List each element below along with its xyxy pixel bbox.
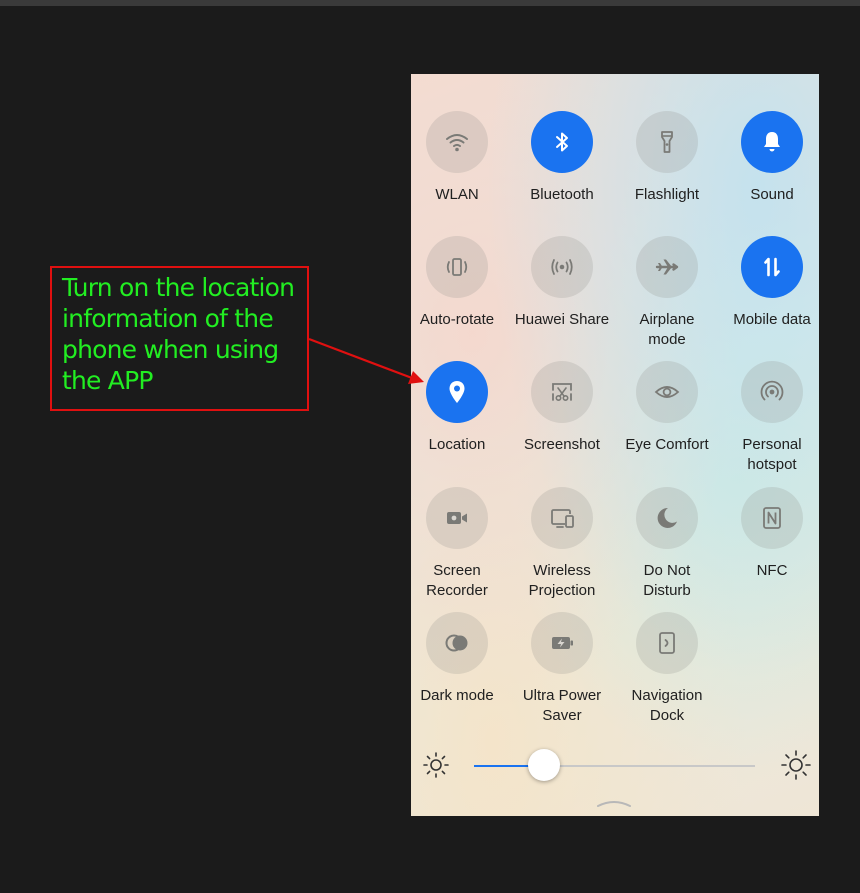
airplane-icon [652, 252, 682, 282]
toggle-button[interactable] [636, 361, 698, 423]
toggle-button[interactable] [636, 487, 698, 549]
sun-high-icon [781, 750, 811, 780]
flashlight-icon [652, 127, 682, 157]
toggle-label: Airplane mode [639, 311, 695, 348]
window-top-bar [0, 0, 860, 6]
location-pin-icon [442, 377, 472, 407]
toggle-label: Screen Recorder [426, 562, 488, 599]
instruction-callout: Turn on the location information of the … [50, 266, 309, 411]
mobile-data-icon [757, 252, 787, 282]
brightness-slider[interactable] [474, 765, 755, 767]
toggle-button[interactable] [426, 612, 488, 674]
wifi-icon [442, 127, 472, 157]
toggle-button[interactable] [426, 111, 488, 173]
panel-collapse-handle-icon[interactable] [596, 797, 632, 809]
toggle-sound[interactable]: Sound [720, 111, 824, 205]
toggle-button[interactable] [636, 236, 698, 298]
toggle-button[interactable] [741, 111, 803, 173]
toggle-label: NFC [756, 562, 788, 579]
toggle-huawei-share[interactable]: Huawei Share [510, 236, 614, 330]
toggle-label: Eye Comfort [625, 436, 709, 453]
nfc-icon [757, 503, 787, 533]
toggle-label: Do Not Disturb [643, 562, 691, 599]
moon-icon [652, 503, 682, 533]
toggle-label: Location [428, 436, 486, 453]
toggle-label: Personal hotspot [742, 436, 802, 473]
toggle-location[interactable]: Location [405, 361, 509, 455]
battery-bolt-icon [547, 628, 577, 658]
toggle-label: Ultra Power Saver [522, 687, 602, 724]
toggle-button[interactable] [531, 111, 593, 173]
toggle-button[interactable] [426, 487, 488, 549]
toggle-wireless-projection[interactable]: Wireless Projection [510, 487, 614, 601]
toggle-button[interactable] [531, 236, 593, 298]
toggle-eye-comfort[interactable]: Eye Comfort [615, 361, 719, 455]
bluetooth-icon [547, 127, 577, 157]
toggle-mobile-data[interactable]: Mobile data [720, 236, 824, 330]
toggle-do-not-disturb[interactable]: Do Not Disturb [615, 487, 719, 601]
toggle-wlan[interactable]: WLAN [405, 111, 509, 205]
toggle-flashlight[interactable]: Flashlight [615, 111, 719, 205]
toggle-button[interactable] [636, 111, 698, 173]
toggle-label: Flashlight [634, 186, 700, 203]
sun-low-icon [423, 752, 449, 778]
toggle-auto-rotate[interactable]: Auto-rotate [405, 236, 509, 330]
brightness-slider-thumb[interactable] [528, 749, 561, 781]
toggle-button[interactable] [531, 361, 593, 423]
video-camera-icon [442, 503, 472, 533]
toggle-label: Wireless Projection [528, 562, 596, 599]
toggle-airplane-mode[interactable]: Airplane mode [615, 236, 719, 350]
auto-rotate-icon [442, 252, 472, 282]
toggle-button[interactable] [426, 361, 488, 423]
toggle-button[interactable] [426, 236, 488, 298]
toggle-bluetooth[interactable]: Bluetooth [510, 111, 614, 205]
toggle-button[interactable] [636, 612, 698, 674]
toggle-label: WLAN [435, 186, 479, 203]
hotspot-icon [757, 377, 787, 407]
toggle-label: Screenshot [524, 436, 600, 453]
toggle-button[interactable] [741, 361, 803, 423]
toggle-button[interactable] [531, 487, 593, 549]
toggle-label: Dark mode [420, 687, 494, 704]
bell-icon [757, 127, 787, 157]
projection-icon [547, 503, 577, 533]
toggle-dark-mode[interactable]: Dark mode [405, 612, 509, 706]
toggle-label: Bluetooth [530, 186, 594, 203]
toggle-label: Sound [750, 186, 794, 203]
toggle-button[interactable] [741, 236, 803, 298]
huawei-share-icon [547, 252, 577, 282]
screenshot-icon [547, 377, 577, 407]
eye-icon [652, 377, 682, 407]
toggle-button[interactable] [531, 612, 593, 674]
toggle-personal-hotspot[interactable]: Personal hotspot [720, 361, 824, 475]
dark-mode-icon [442, 628, 472, 658]
toggle-navigation-dock[interactable]: Navigation Dock [615, 612, 719, 726]
toggle-screenshot[interactable]: Screenshot [510, 361, 614, 455]
navigation-dock-icon [652, 628, 682, 658]
toggle-screen-recorder[interactable]: Screen Recorder [405, 487, 509, 601]
toggle-label: Auto-rotate [419, 311, 495, 328]
toggle-label: Navigation Dock [631, 687, 703, 724]
toggle-ultra-power-saver[interactable]: Ultra Power Saver [510, 612, 614, 726]
toggle-label: Huawei Share [514, 311, 610, 328]
toggle-nfc[interactable]: NFC [720, 487, 824, 581]
brightness-control [411, 740, 819, 790]
callout-text: Turn on the location information of the … [62, 273, 295, 395]
toggle-button[interactable] [741, 487, 803, 549]
toggle-label: Mobile data [733, 311, 811, 328]
